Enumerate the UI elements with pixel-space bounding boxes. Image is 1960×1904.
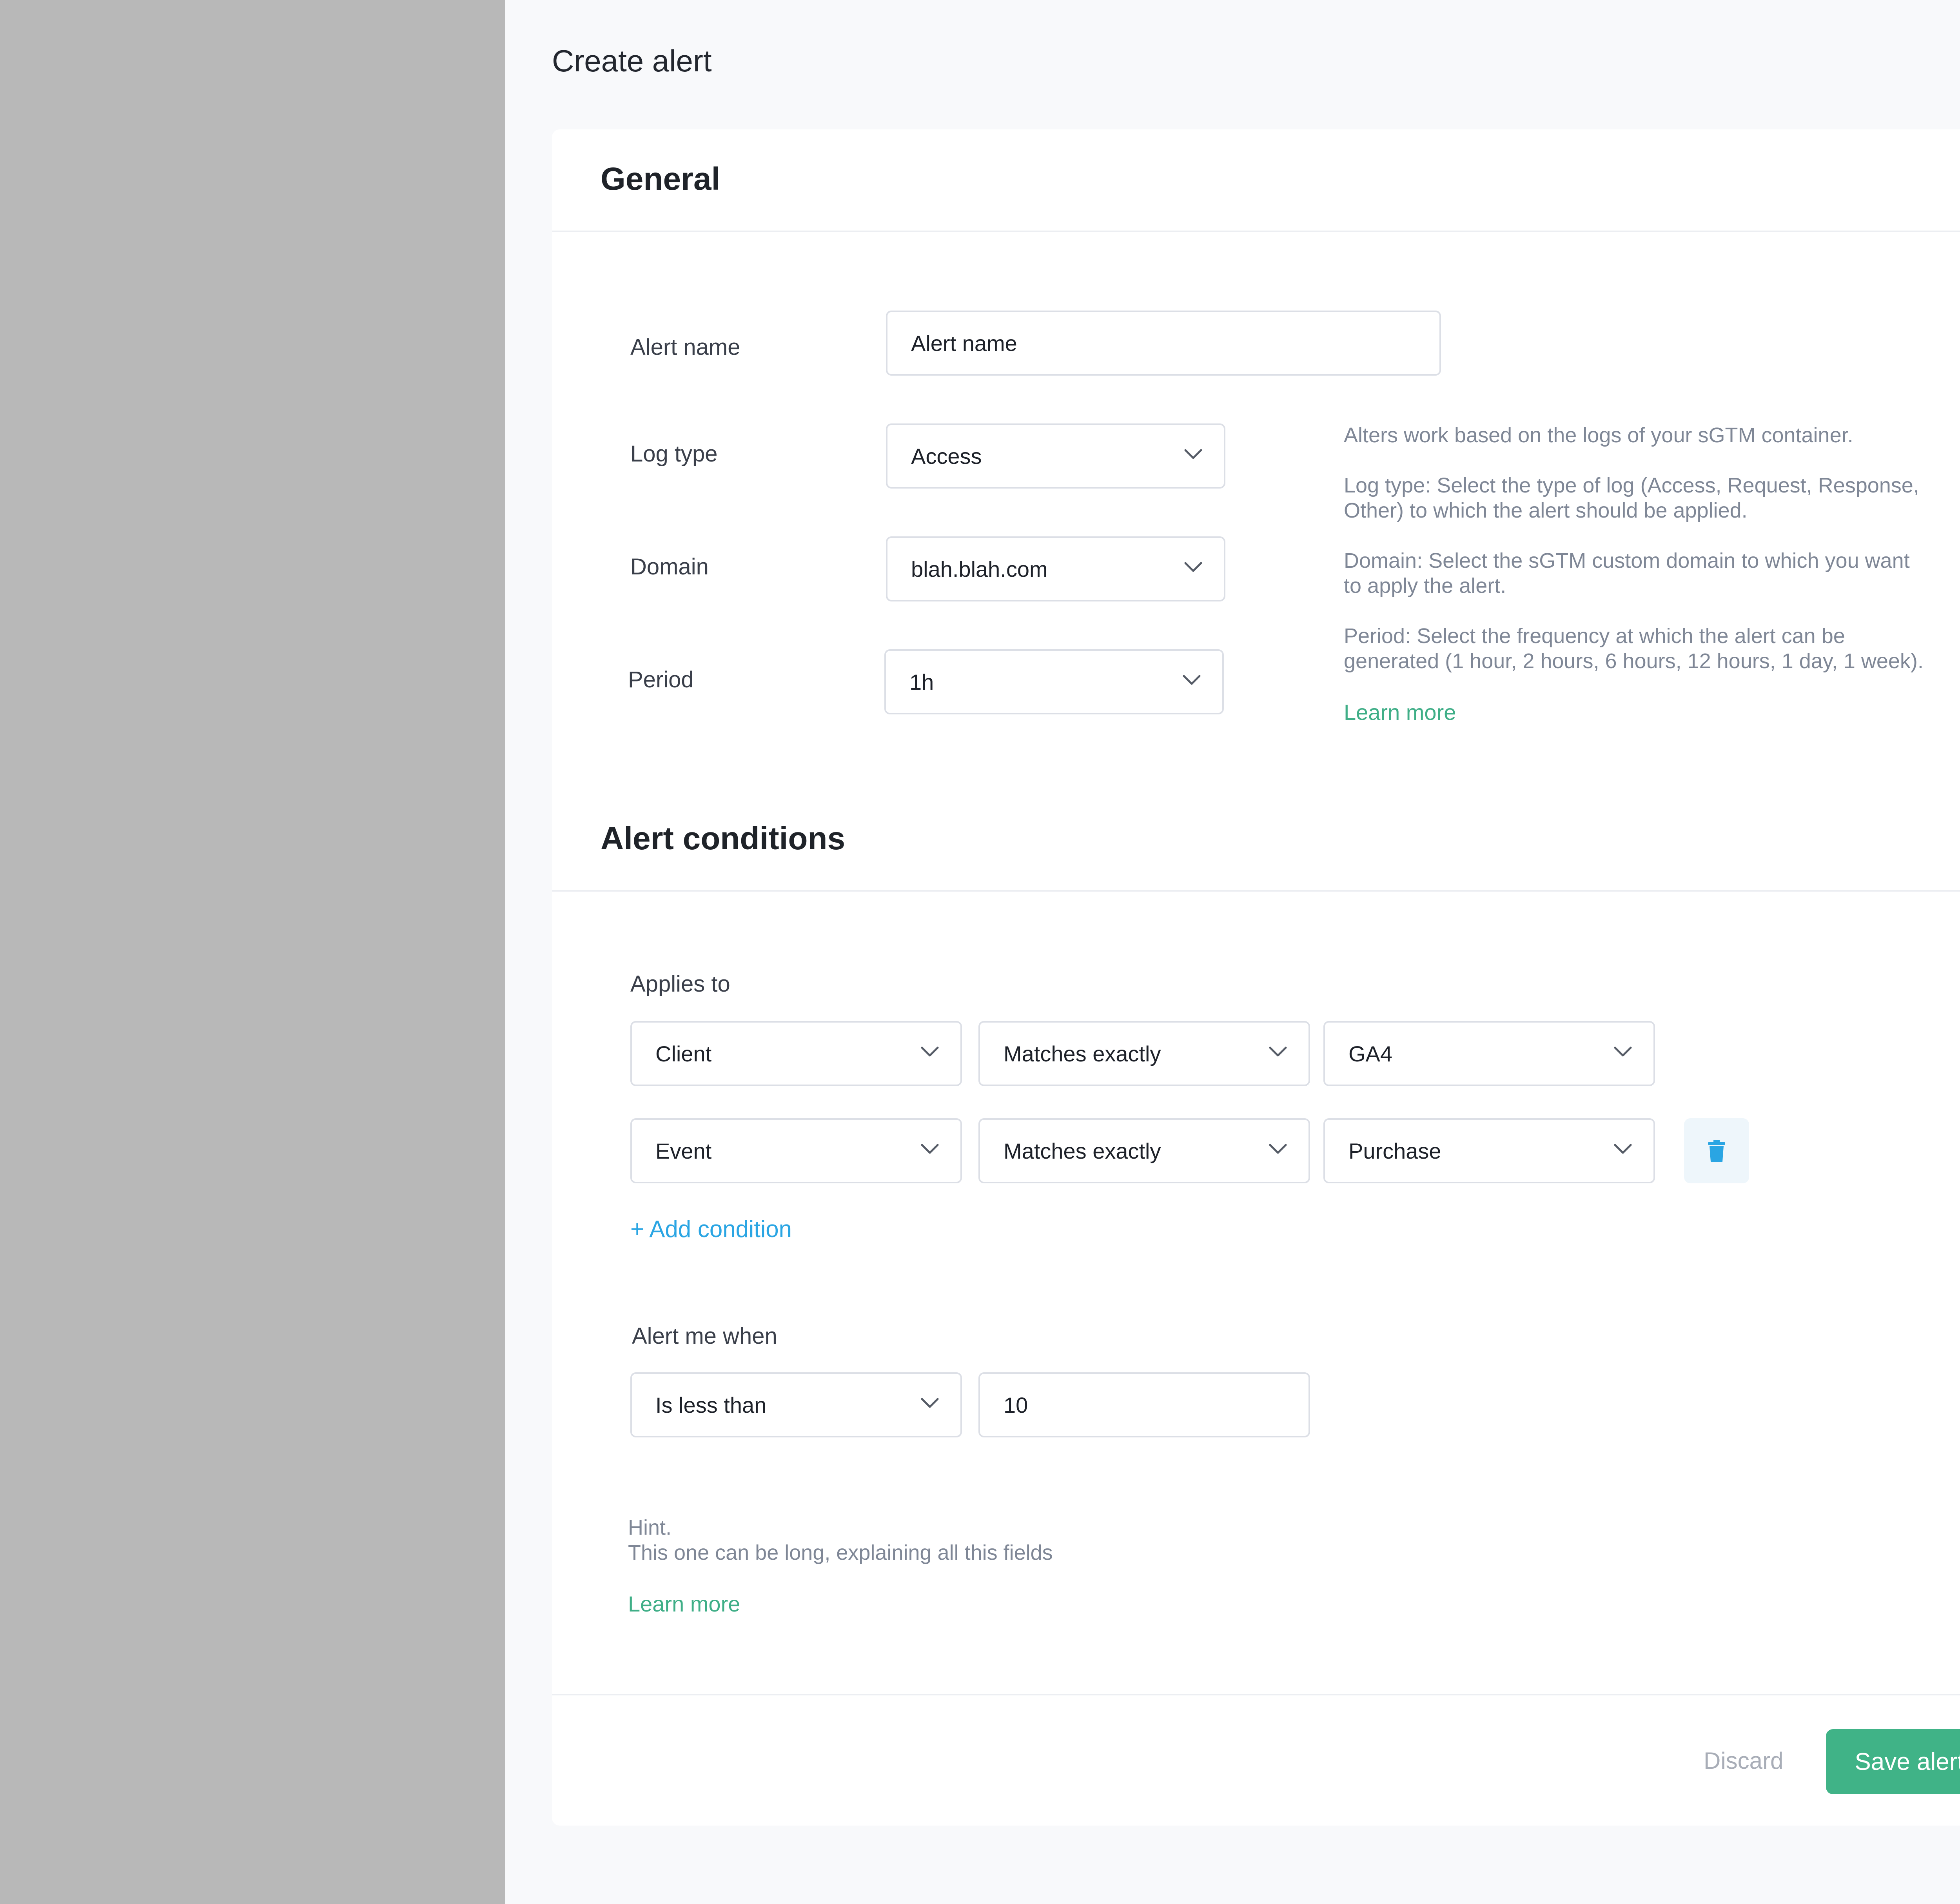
delete-condition-button[interactable] (1684, 1118, 1749, 1183)
help-intro: Alters work based on the logs of your sG… (1344, 423, 1853, 447)
condition-2-value-select[interactable]: Purchase (1323, 1118, 1655, 1183)
chevron-down-icon (1184, 449, 1202, 459)
domain-label: Domain (630, 554, 709, 580)
condition-2-field-select[interactable]: Event (630, 1118, 962, 1183)
applies-to-label: Applies to (630, 971, 730, 997)
chevron-down-icon (1269, 1046, 1287, 1057)
domain-value: blah.blah.com (911, 557, 1048, 581)
create-alert-card (552, 129, 1960, 1826)
alert-name-label: Alert name (630, 334, 740, 360)
footer-divider (552, 1694, 1960, 1695)
alert-conditions-title: Alert conditions (601, 821, 846, 856)
add-condition-link[interactable]: + Add condition (630, 1215, 792, 1243)
threshold-input[interactable]: 10 (978, 1372, 1310, 1437)
domain-select[interactable]: blah.blah.com (886, 536, 1225, 601)
chevron-down-icon (1269, 1144, 1287, 1154)
condition-1-field-value: Client (655, 1041, 712, 1066)
condition-1-operator-value: Matches exactly (1004, 1041, 1161, 1066)
general-section-title: General (601, 161, 720, 197)
period-value: 1h (909, 670, 934, 694)
chevron-down-icon (921, 1398, 939, 1408)
chevron-down-icon (1614, 1046, 1632, 1057)
alert-me-when-label: Alert me when (632, 1323, 777, 1349)
chevron-down-icon (1614, 1144, 1632, 1154)
comparison-value: Is less than (655, 1393, 767, 1417)
hint-text: This one can be long, explaining all thi… (628, 1541, 1053, 1564)
page-title: Create alert (552, 44, 712, 78)
save-alert-button[interactable]: Save alert (1826, 1729, 1960, 1794)
hint-title: Hint. (628, 1516, 672, 1539)
chevron-down-icon (1184, 562, 1202, 572)
general-divider (552, 231, 1960, 232)
comparison-select[interactable]: Is less than (630, 1372, 962, 1437)
help-log-type-line1: Log type: Select the type of log (Access… (1344, 474, 1919, 497)
help-log-type-line2: Other) to which the alert should be appl… (1344, 499, 1748, 522)
conditions-divider (552, 890, 1960, 892)
sidebar (0, 0, 505, 1904)
condition-1-value-select[interactable]: GA4 (1323, 1021, 1655, 1086)
condition-2-operator-select[interactable]: Matches exactly (978, 1118, 1310, 1183)
hint-learn-more-link[interactable]: Learn more (628, 1591, 740, 1617)
help-period-line2: generated (1 hour, 2 hours, 6 hours, 12 … (1344, 649, 1924, 673)
chevron-down-icon (1183, 675, 1201, 685)
chevron-down-icon (921, 1144, 939, 1154)
condition-1-field-select[interactable]: Client (630, 1021, 962, 1086)
condition-1-value: GA4 (1348, 1041, 1393, 1066)
period-select[interactable]: 1h (884, 649, 1224, 714)
condition-2-field-value: Event (655, 1139, 712, 1163)
log-type-value: Access (911, 444, 982, 469)
period-label: Period (628, 667, 694, 692)
log-type-select[interactable]: Access (886, 423, 1225, 489)
alert-name-input[interactable]: Alert name (886, 311, 1441, 376)
condition-2-operator-value: Matches exactly (1004, 1139, 1161, 1163)
trash-icon (1708, 1140, 1725, 1162)
help-period-line1: Period: Select the frequency at which th… (1344, 624, 1845, 648)
discard-button[interactable]: Discard (1704, 1747, 1783, 1774)
condition-2-value: Purchase (1348, 1139, 1441, 1163)
chevron-down-icon (921, 1046, 939, 1057)
general-learn-more-link[interactable]: Learn more (1344, 699, 1456, 725)
log-type-label: Log type (630, 441, 718, 467)
help-domain-line2: to apply the alert. (1344, 574, 1506, 598)
help-domain-line1: Domain: Select the sGTM custom domain to… (1344, 549, 1910, 572)
condition-1-operator-select[interactable]: Matches exactly (978, 1021, 1310, 1086)
